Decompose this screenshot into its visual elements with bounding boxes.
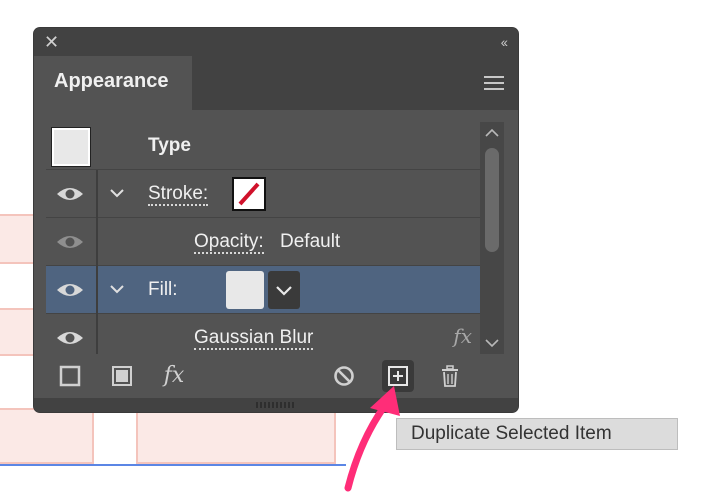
fx-label: fx — [163, 363, 185, 388]
add-new-effect-icon[interactable]: fx — [158, 360, 190, 392]
canvas-art-tile — [0, 308, 36, 356]
opacity-label[interactable]: Opacity: — [194, 232, 264, 254]
appearance-panel: ✕ ‹‹ Appearance Type Stroke: Opacity: De… — [34, 28, 518, 412]
gaussian-blur-label[interactable]: Gaussian Blur — [194, 328, 314, 350]
fill-label: Fill: — [148, 279, 178, 300]
canvas-art-tile — [0, 214, 36, 264]
panel-title-bar[interactable]: ✕ ‹‹ — [34, 28, 518, 56]
pointer-arrow-annotation — [344, 386, 400, 492]
appearance-list: Type Stroke: Opacity: Default Fill: Gaus… — [46, 122, 480, 354]
eye-icon[interactable] — [56, 330, 84, 346]
row-divider — [96, 266, 98, 314]
chevron-down-icon[interactable] — [108, 184, 126, 202]
scroll-up-icon[interactable] — [484, 126, 500, 140]
row-divider — [96, 218, 98, 266]
fill-swatch[interactable] — [226, 271, 264, 309]
panel-resize-handle[interactable] — [34, 398, 518, 412]
close-icon[interactable]: ✕ — [44, 33, 62, 51]
grip-icon — [256, 402, 296, 408]
row-divider — [96, 170, 98, 218]
panel-toolbar: fx — [34, 354, 518, 398]
scroll-thumb[interactable] — [485, 148, 499, 252]
list-item-gaussian-blur[interactable]: Gaussian Blur fx — [46, 314, 480, 354]
chevron-down-icon[interactable] — [108, 280, 126, 298]
add-new-stroke-icon[interactable] — [54, 360, 86, 392]
list-scrollbar[interactable] — [480, 122, 504, 354]
list-item-opacity[interactable]: Opacity: Default — [46, 218, 480, 266]
eye-icon[interactable] — [56, 234, 84, 250]
row-label: Type — [148, 135, 191, 156]
stroke-label[interactable]: Stroke: — [148, 184, 209, 206]
list-item-type[interactable]: Type — [46, 122, 480, 170]
opacity-value: Default — [280, 231, 341, 252]
tooltip: Duplicate Selected Item — [396, 418, 678, 450]
type-thumbnail — [52, 128, 90, 166]
tab-appearance[interactable]: Appearance — [34, 56, 192, 110]
chevron-down-icon[interactable] — [268, 271, 300, 309]
list-item-stroke[interactable]: Stroke: — [46, 170, 480, 218]
scroll-down-icon[interactable] — [484, 336, 500, 350]
eye-icon[interactable] — [56, 282, 84, 298]
collapse-icon[interactable]: ‹‹ — [501, 34, 508, 50]
delete-item-icon[interactable] — [434, 360, 466, 392]
row-divider — [96, 314, 98, 354]
canvas-guide-line — [0, 464, 346, 466]
eye-icon[interactable] — [56, 186, 84, 202]
add-new-fill-icon[interactable] — [106, 360, 138, 392]
list-item-fill[interactable]: Fill: — [46, 266, 480, 314]
panel-menu-icon[interactable] — [484, 76, 504, 90]
tab-strip: Appearance — [34, 56, 518, 110]
fx-icon: fx — [453, 324, 472, 348]
canvas-art-tile — [136, 408, 336, 464]
stroke-swatch[interactable] — [232, 177, 266, 211]
canvas-art-tile — [0, 408, 94, 464]
